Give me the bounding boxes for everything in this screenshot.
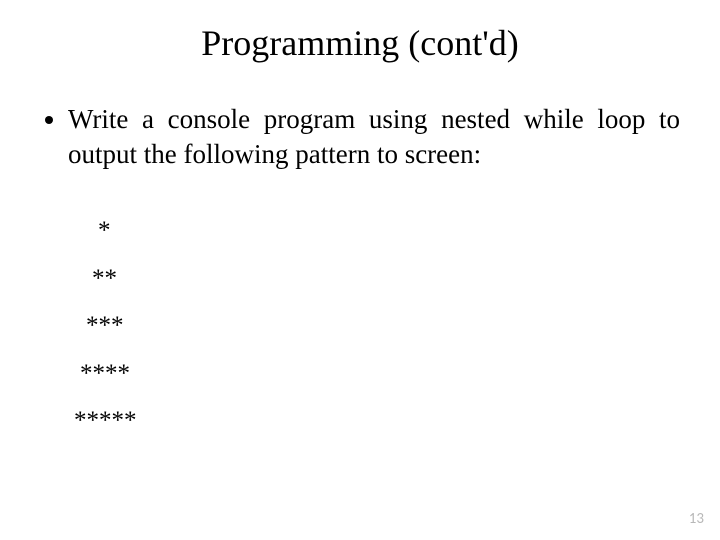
slide-body: Write a console program using nested whi… [0,72,720,445]
pattern-row-2: ** [40,255,680,303]
slide-title: Programming (cont'd) [0,0,720,72]
page-number: 13 [689,510,704,528]
bullet-item: Write a console program using nested whi… [68,102,680,171]
pattern-row-3: *** [40,302,680,350]
bullet-list: Write a console program using nested whi… [40,102,680,171]
pattern-row-1: * [40,207,680,255]
pattern-row-5: ***** [40,397,680,445]
star-pattern: * ** *** **** ***** [40,207,680,445]
slide: Programming (cont'd) Write a console pro… [0,0,720,540]
pattern-row-4: **** [40,350,680,398]
